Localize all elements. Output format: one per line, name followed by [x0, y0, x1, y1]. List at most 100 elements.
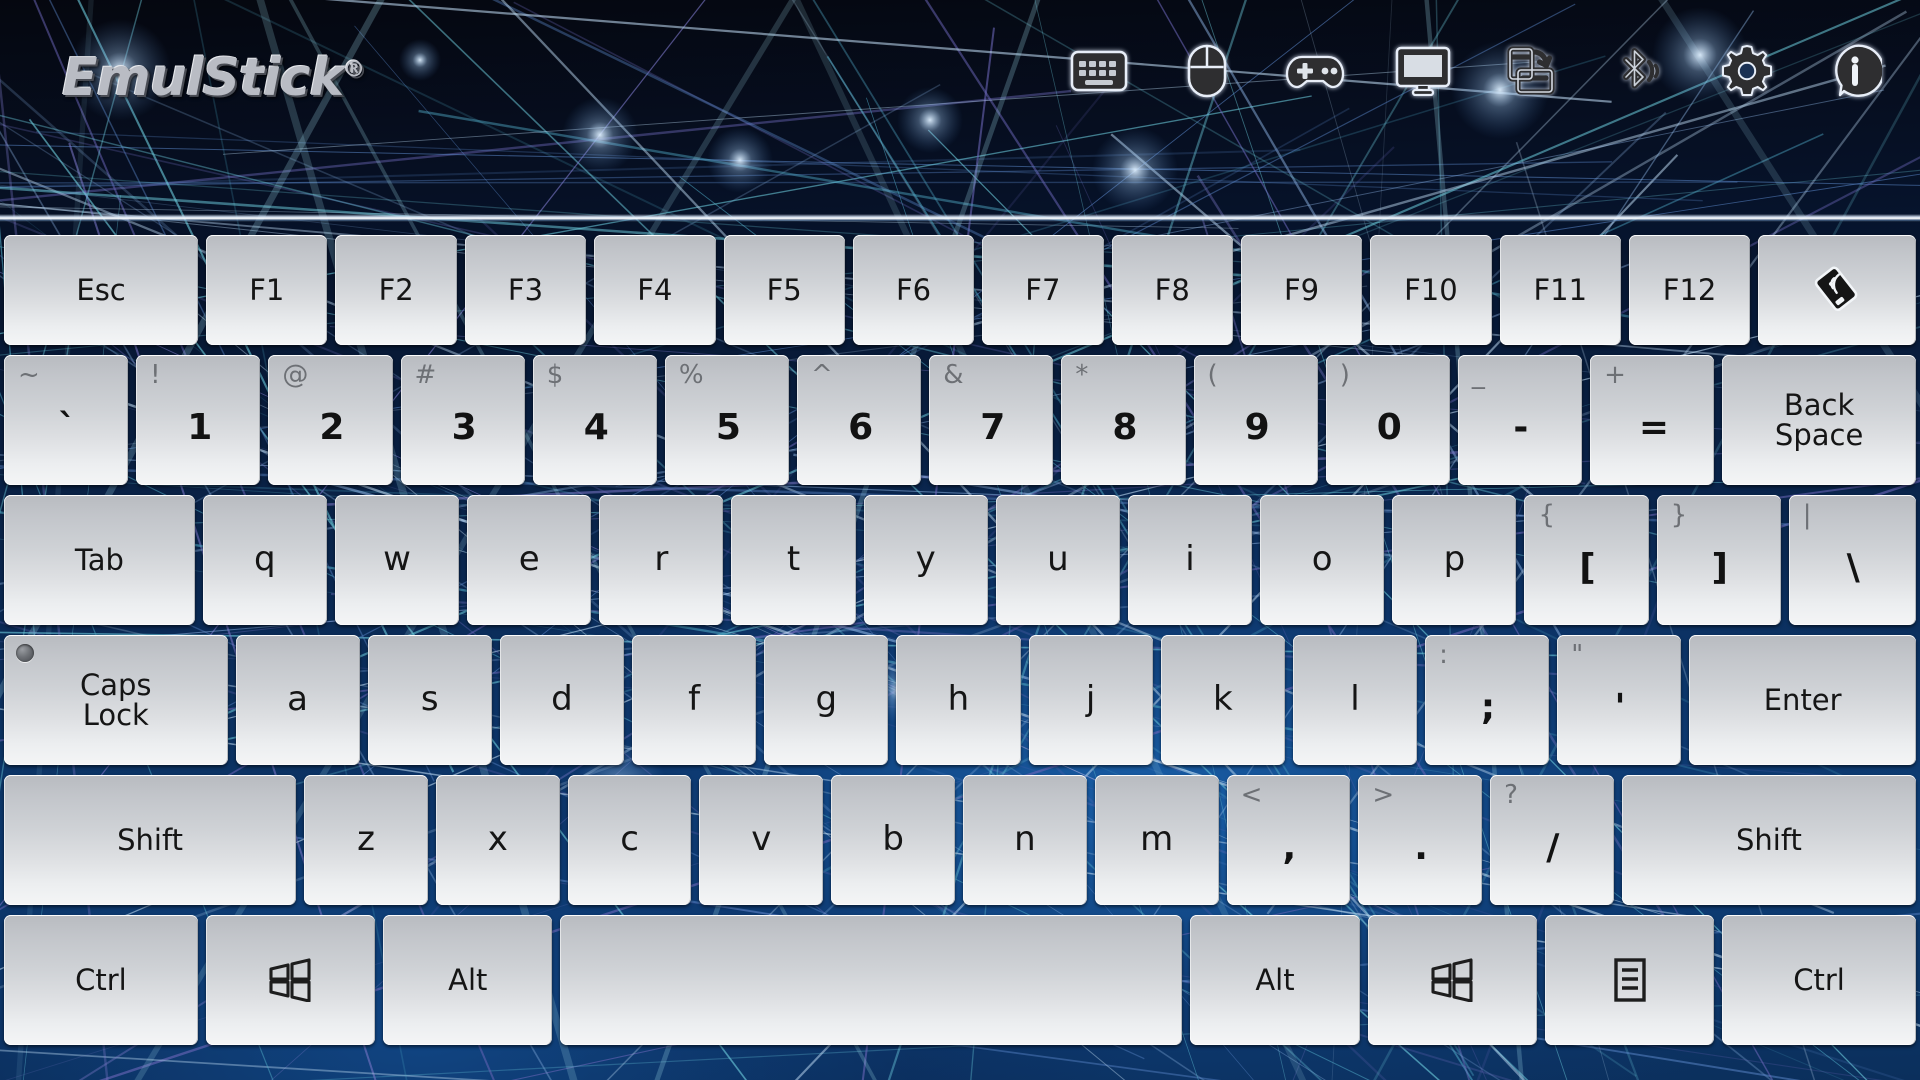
key-letter-j[interactable]: j: [1028, 635, 1153, 765]
key-f2[interactable]: F2: [335, 235, 457, 345]
key-label: Ctrl: [75, 962, 127, 997]
key-shift-left[interactable]: Shift: [4, 775, 297, 905]
key-equal[interactable]: + =: [1590, 355, 1715, 485]
key-win-left[interactable]: [205, 915, 376, 1045]
key-letter-w[interactable]: w: [334, 495, 460, 625]
key-space[interactable]: [560, 915, 1183, 1045]
key-minus[interactable]: _ -: [1457, 355, 1583, 485]
key-semicolon[interactable]: :;: [1425, 635, 1550, 765]
key-letter-q[interactable]: q: [202, 495, 327, 625]
key-letter-h[interactable]: h: [896, 635, 1021, 765]
toolbar-item-rotate[interactable]: [1500, 40, 1562, 102]
key-f10[interactable]: F10: [1370, 235, 1492, 345]
key-f9[interactable]: F9: [1240, 235, 1363, 345]
key-letter-c[interactable]: c: [567, 775, 692, 905]
key-label: Alt: [448, 962, 488, 997]
key-letter-k[interactable]: k: [1160, 635, 1285, 765]
key-f7[interactable]: F7: [982, 235, 1104, 345]
key-tab[interactable]: Tab: [4, 495, 195, 625]
key-label: Enter: [1763, 682, 1842, 717]
key-f6[interactable]: F6: [852, 235, 975, 345]
key-f11[interactable]: F11: [1499, 235, 1621, 345]
toolbar-item-keyboard[interactable]: [1068, 40, 1130, 102]
key-digit-3[interactable]: #3: [400, 355, 525, 485]
key-digit-1[interactable]: ! 1: [136, 355, 261, 485]
key-letter-f[interactable]: f: [632, 635, 757, 765]
key-label: 0: [1376, 406, 1402, 448]
key-letter-m[interactable]: m: [1094, 775, 1219, 905]
key-digit-7[interactable]: & 7: [929, 355, 1054, 485]
key-caps-lock[interactable]: Caps Lock: [4, 635, 228, 765]
key-win-right[interactable]: [1367, 915, 1537, 1045]
key-digit-6[interactable]: ^ 6: [797, 355, 922, 485]
key-shift-legend: &: [943, 360, 964, 390]
key-digit-5[interactable]: % 5: [664, 355, 790, 485]
key-label: b: [882, 819, 904, 860]
key-shift-right[interactable]: Shift: [1621, 775, 1917, 905]
key-backslash[interactable]: | \: [1788, 495, 1916, 625]
key-dongle[interactable]: [1758, 235, 1917, 345]
key-esc[interactable]: Esc: [4, 235, 199, 345]
key-letter-e[interactable]: e: [467, 495, 592, 625]
key-letter-t[interactable]: t: [731, 495, 856, 625]
key-letter-z[interactable]: z: [304, 775, 428, 905]
toolbar: [1068, 40, 1886, 102]
key-letter-g[interactable]: g: [764, 635, 889, 765]
app-logo-text: EmulStick: [62, 48, 344, 108]
key-digit-4[interactable]: $4: [532, 355, 657, 485]
key-comma[interactable]: <,: [1226, 775, 1351, 905]
toolbar-item-gamepad[interactable]: [1284, 40, 1346, 102]
key-digit-2[interactable]: @2: [268, 355, 393, 485]
key-letter-b[interactable]: b: [831, 775, 956, 905]
key-ctrl-left[interactable]: Ctrl: [4, 915, 198, 1045]
toolbar-item-settings[interactable]: [1716, 40, 1778, 102]
key-backspace[interactable]: Back Space: [1722, 355, 1916, 485]
key-menu[interactable]: [1544, 915, 1715, 1045]
key-label: 5: [715, 406, 741, 448]
toolbar-item-display[interactable]: [1392, 40, 1454, 102]
key-digit-9[interactable]: (9: [1193, 355, 1318, 485]
key-digit-8[interactable]: * 8: [1061, 355, 1186, 485]
key-label: e: [518, 539, 540, 580]
key-letter-o[interactable]: o: [1260, 495, 1385, 625]
toolbar-item-info[interactable]: [1824, 40, 1886, 102]
key-quote[interactable]: " ': [1557, 635, 1682, 765]
key-label: F4: [637, 272, 673, 307]
key-shift-legend: :: [1439, 640, 1448, 670]
key-f3[interactable]: F3: [464, 235, 587, 345]
key-letter-r[interactable]: r: [599, 495, 724, 625]
toolbar-item-bluetooth[interactable]: [1608, 40, 1670, 102]
key-letter-l[interactable]: l: [1292, 635, 1418, 765]
key-alt-right[interactable]: Alt: [1190, 915, 1360, 1045]
key-ctrl-right[interactable]: Ctrl: [1722, 915, 1916, 1045]
key-f12[interactable]: F12: [1628, 235, 1751, 345]
key-bracket-right[interactable]: }]: [1656, 495, 1781, 625]
key-letter-d[interactable]: d: [499, 635, 625, 765]
key-letter-y[interactable]: y: [863, 495, 988, 625]
key-f8[interactable]: F8: [1111, 235, 1233, 345]
key-shift-legend: ?: [1504, 780, 1518, 810]
key-backtick[interactable]: ~ `: [4, 355, 129, 485]
key-f4[interactable]: F4: [594, 235, 716, 345]
key-letter-x[interactable]: x: [435, 775, 560, 905]
key-slash[interactable]: ? /: [1490, 775, 1614, 905]
key-label: 2: [319, 406, 345, 448]
key-period[interactable]: >.: [1358, 775, 1483, 905]
key-letter-i[interactable]: i: [1127, 495, 1253, 625]
key-letter-a[interactable]: a: [235, 635, 360, 765]
key-letter-n[interactable]: n: [963, 775, 1087, 905]
key-enter[interactable]: Enter: [1689, 635, 1916, 765]
key-label: ': [1614, 686, 1626, 728]
key-label: c: [620, 819, 639, 860]
key-letter-s[interactable]: s: [367, 635, 492, 765]
key-bracket-left[interactable]: {[: [1524, 495, 1649, 625]
key-letter-v[interactable]: v: [699, 775, 824, 905]
key-letter-p[interactable]: p: [1392, 495, 1517, 625]
key-label: F7: [1025, 272, 1061, 307]
key-f1[interactable]: F1: [206, 235, 328, 345]
key-f5[interactable]: F5: [723, 235, 845, 345]
key-alt-left[interactable]: Alt: [383, 915, 553, 1045]
key-digit-0[interactable]: ) 0: [1325, 355, 1450, 485]
key-letter-u[interactable]: u: [995, 495, 1120, 625]
toolbar-item-mouse[interactable]: [1176, 40, 1238, 102]
